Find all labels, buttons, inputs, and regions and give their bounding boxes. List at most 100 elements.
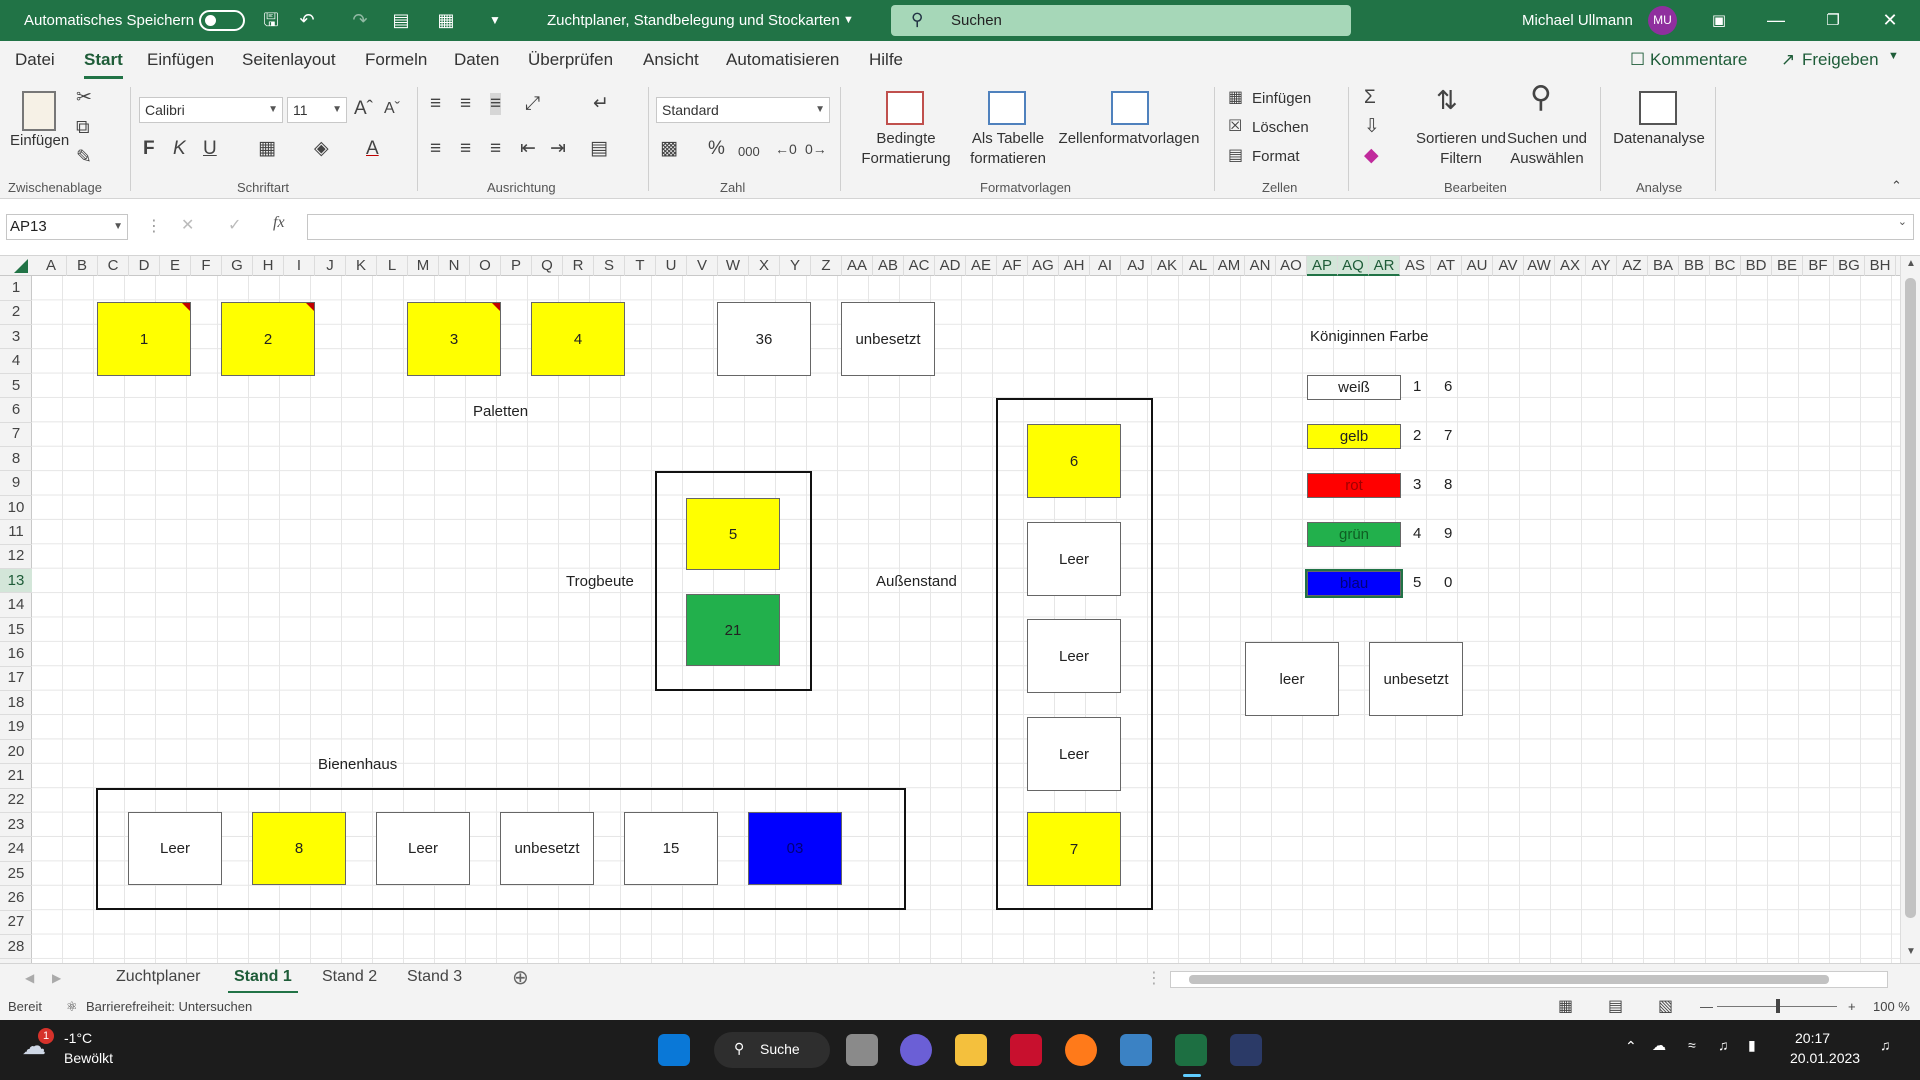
row-header[interactable]: 2 (0, 300, 32, 325)
sheet-tab-stand-1[interactable]: Stand 1 (228, 968, 298, 994)
row-header[interactable]: 13 (0, 568, 32, 594)
top-box-unbesetzt[interactable]: unbesetzt (841, 302, 935, 376)
aussenstand-box-leer-3[interactable]: Leer (1027, 717, 1121, 791)
column-header[interactable]: BF (1803, 256, 1834, 276)
wrap-text-icon[interactable]: ↵ (593, 93, 609, 115)
bienenhaus-box-4[interactable]: unbesetzt (500, 812, 594, 885)
tab-einfuegen[interactable]: Einfügen (147, 50, 214, 70)
palette-box-1[interactable]: 1 (97, 302, 191, 376)
save-icon[interactable]: 🖫 (260, 9, 282, 31)
tab-formeln[interactable]: Formeln (365, 50, 427, 70)
paste-icon[interactable] (22, 91, 56, 131)
horizontal-scrollbar[interactable] (1170, 971, 1888, 988)
border-icon[interactable]: ▦ (258, 138, 276, 160)
column-header[interactable]: G (222, 256, 253, 276)
font-shrink-icon[interactable]: Aˇ (384, 98, 400, 120)
row-header[interactable]: 24 (0, 837, 32, 862)
customize-toolbar-icon[interactable]: ▼ (484, 9, 506, 31)
top-box-36[interactable]: 36 (717, 302, 811, 376)
status-box-unbesetzt[interactable]: unbesetzt (1369, 642, 1463, 716)
undo-icon[interactable]: ↶ (296, 9, 318, 31)
scroll-thumb[interactable] (1189, 975, 1829, 984)
row-header[interactable]: 25 (0, 862, 32, 887)
column-header[interactable]: E (160, 256, 191, 276)
legend-gelb[interactable]: gelb (1307, 424, 1401, 449)
row-header[interactable]: 26 (0, 886, 32, 911)
column-header[interactable]: BA (1648, 256, 1679, 276)
column-header[interactable]: BH (1865, 256, 1896, 276)
font-name-select[interactable]: Calibri ▼ (139, 97, 283, 123)
battery-icon[interactable]: ▮ (1748, 1037, 1756, 1054)
column-header[interactable]: H (253, 256, 284, 276)
screen-recorder-icon[interactable] (1120, 1034, 1152, 1066)
indent-decrease-icon[interactable]: ⇤ (520, 138, 536, 160)
search-box[interactable]: ⚲ Suchen (891, 5, 1351, 36)
column-header[interactable]: K (346, 256, 377, 276)
format-painter-icon[interactable]: ✎ (76, 147, 92, 169)
scroll-down-icon[interactable]: ▼ (1906, 946, 1916, 957)
redo-icon[interactable]: ↷ (349, 9, 371, 31)
windows-start-icon[interactable] (658, 1034, 690, 1066)
bienenhaus-box-6[interactable]: 03 (748, 812, 842, 885)
legend-rot[interactable]: rot (1307, 473, 1401, 498)
fill-icon[interactable]: ⇩ (1364, 116, 1380, 138)
row-header[interactable]: 14 (0, 593, 32, 618)
format-as-table-line2[interactable]: formatieren (955, 149, 1061, 168)
notification-bell-icon[interactable]: ♫ (1880, 1037, 1891, 1053)
column-header[interactable]: AN (1245, 256, 1276, 276)
column-header[interactable]: AO (1276, 256, 1307, 276)
row-header[interactable]: 27 (0, 910, 32, 935)
column-header[interactable]: AH (1059, 256, 1090, 276)
avatar[interactable]: MU (1648, 6, 1677, 35)
column-header[interactable]: N (439, 256, 470, 276)
cell-styles-button[interactable]: Zellenformatvorlagen (1054, 129, 1204, 148)
column-header[interactable]: AI (1090, 256, 1121, 276)
vertical-scrollbar[interactable]: ▲ ▼ (1900, 256, 1920, 963)
column-header[interactable]: AF (997, 256, 1028, 276)
zoom-in-icon[interactable]: + (1848, 999, 1856, 1014)
thousands-icon[interactable]: 000 (738, 141, 760, 163)
column-header[interactable]: Y (780, 256, 811, 276)
tab-ansicht[interactable]: Ansicht (643, 50, 699, 70)
column-header[interactable]: Q (532, 256, 563, 276)
trogbeute-box-5[interactable]: 5 (686, 498, 780, 570)
page-break-icon[interactable]: ▧ (1658, 996, 1673, 1016)
orientation-icon[interactable]: ⤢ (525, 93, 540, 115)
column-header[interactable]: AX (1555, 256, 1586, 276)
row-header[interactable]: 12 (0, 544, 32, 569)
underline-button[interactable]: U (203, 138, 217, 160)
close-icon[interactable]: ✕ (1867, 0, 1913, 41)
bienenhaus-box-2[interactable]: 8 (252, 812, 346, 885)
task-view-icon[interactable] (846, 1034, 878, 1066)
aussenstand-box-6[interactable]: 6 (1027, 424, 1121, 498)
trogbeute-box-21[interactable]: 21 (686, 594, 780, 666)
column-header[interactable]: AJ (1121, 256, 1152, 276)
cell-area[interactable]: 1 2 3 4 36 unbesetzt Paletten 5 21 Trogb… (32, 276, 1900, 963)
tab-automatisieren[interactable]: Automatisieren (726, 50, 839, 70)
firefox-icon[interactable] (1065, 1034, 1097, 1066)
row-header[interactable]: 15 (0, 618, 32, 643)
row-header[interactable]: 17 (0, 666, 32, 691)
tray-chevron-icon[interactable]: ⌃ (1625, 1038, 1637, 1055)
legend-weiss[interactable]: weiß (1307, 375, 1401, 400)
tab-seitenlayout[interactable]: Seitenlayout (242, 50, 336, 70)
font-size-select[interactable]: 11 ▼ (287, 97, 347, 123)
clock-time[interactable]: 20:17 (1795, 1030, 1830, 1046)
data-analysis-button[interactable]: Datenanalyse (1604, 129, 1714, 148)
copy-icon[interactable]: ⧉ (76, 117, 90, 139)
column-header[interactable]: AB (873, 256, 904, 276)
row-header[interactable]: 5 (0, 374, 32, 399)
legend-blau-selected[interactable]: blau (1305, 569, 1403, 598)
column-header[interactable]: AQ (1338, 256, 1369, 276)
palette-box-3[interactable]: 3 (407, 302, 501, 376)
volume-icon[interactable]: ♫ (1718, 1037, 1729, 1053)
mcafee-icon[interactable] (1010, 1034, 1042, 1066)
table-icon[interactable]: ▦ (435, 9, 457, 31)
row-header[interactable]: 7 (0, 422, 32, 447)
row-header[interactable]: 16 (0, 642, 32, 667)
row-header[interactable]: 6 (0, 398, 32, 423)
indent-increase-icon[interactable]: ⇥ (550, 138, 566, 160)
chevron-down-icon[interactable]: ▼ (843, 0, 854, 41)
column-header[interactable]: R (563, 256, 594, 276)
share-chevron-icon[interactable]: ▼ (1888, 50, 1899, 62)
